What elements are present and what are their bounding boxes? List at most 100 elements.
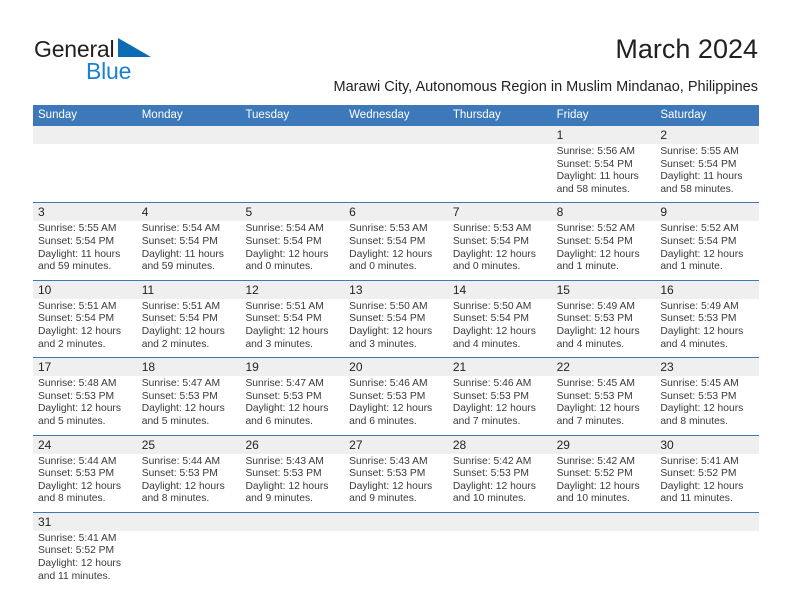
day-cell[interactable]: Sunrise: 5:50 AM Sunset: 5:54 PM Daylight:… <box>344 299 448 357</box>
day-cell[interactable]: Sunrise: 5:55 AM Sunset: 5:54 PM Daylight:… <box>33 221 137 279</box>
day-cell[interactable]: Sunrise: 5:41 AM Sunset: 5:52 PM Daylight:… <box>33 531 137 589</box>
day-cell[interactable]: Sunrise: 5:51 AM Sunset: 5:54 PM Daylight:… <box>137 299 241 357</box>
day-number[interactable]: 10 <box>33 281 137 299</box>
day-cell[interactable]: Sunrise: 5:46 AM Sunset: 5:53 PM Daylight:… <box>344 376 448 434</box>
day-cell[interactable]: Sunrise: 5:42 AM Sunset: 5:52 PM Daylight:… <box>552 454 656 512</box>
day-number[interactable]: 18 <box>137 358 241 376</box>
day-number[interactable]: 6 <box>344 203 448 221</box>
sunset-text: Sunset: 5:53 PM <box>660 313 737 325</box>
day-cell[interactable]: Sunrise: 5:56 AM Sunset: 5:54 PM Daylight:… <box>552 144 656 202</box>
day-cell[interactable]: Sunrise: 5:53 AM Sunset: 5:54 PM Daylight:… <box>448 221 552 279</box>
day-number[interactable]: 30 <box>655 436 759 454</box>
day-cell[interactable]: Sunrise: 5:41 AM Sunset: 5:52 PM Daylight:… <box>655 454 759 512</box>
day-number[interactable]: 21 <box>448 358 552 376</box>
daylight-text: Daylight: 12 hours <box>38 480 121 492</box>
day-number[interactable]: 15 <box>552 281 656 299</box>
week-day-number-strip: 24 25 26 27 28 29 30 <box>33 435 759 454</box>
day-number[interactable]: 11 <box>137 281 241 299</box>
daylight-text: Daylight: 12 hours <box>349 480 433 492</box>
day-number[interactable]: 9 <box>655 203 759 221</box>
day-cell[interactable]: Sunrise: 5:48 AM Sunset: 5:53 PM Daylight:… <box>33 376 137 434</box>
day-cell[interactable]: Sunrise: 5:45 AM Sunset: 5:53 PM Daylight:… <box>552 376 656 434</box>
empty-day-cell <box>240 144 344 202</box>
day-number[interactable]: 2 <box>655 126 759 144</box>
day-cell[interactable]: Sunrise: 5:52 AM Sunset: 5:54 PM Daylight:… <box>552 221 656 279</box>
day-cell[interactable]: Sunrise: 5:44 AM Sunset: 5:53 PM Daylight:… <box>137 454 241 512</box>
sunrise-text: Sunrise: 5:44 AM <box>141 455 221 467</box>
day-cell[interactable]: Sunrise: 5:42 AM Sunset: 5:53 PM Daylight:… <box>448 454 552 512</box>
day-number[interactable]: 31 <box>33 513 137 531</box>
day-number[interactable]: 22 <box>552 358 656 376</box>
day-number[interactable]: 19 <box>240 358 344 376</box>
day-cell[interactable]: Sunrise: 5:52 AM Sunset: 5:54 PM Daylight:… <box>655 221 759 279</box>
day-cell[interactable]: Sunrise: 5:45 AM Sunset: 5:53 PM Daylight:… <box>655 376 759 434</box>
week-day-number-strip: 31 <box>33 512 759 531</box>
daylight-text-cont: and 4 minutes. <box>556 338 625 350</box>
day-number[interactable]: 17 <box>33 358 137 376</box>
day-number[interactable]: 13 <box>344 281 448 299</box>
daylight-text-cont: and 5 minutes. <box>141 415 210 427</box>
daylight-text-cont: and 2 minutes. <box>141 338 210 350</box>
day-number[interactable]: 24 <box>33 436 137 454</box>
day-number[interactable]: 28 <box>448 436 552 454</box>
day-cell[interactable]: Sunrise: 5:51 AM Sunset: 5:54 PM Daylight:… <box>33 299 137 357</box>
day-number[interactable]: 16 <box>655 281 759 299</box>
sunset-text: Sunset: 5:54 PM <box>556 158 633 170</box>
day-number[interactable]: 25 <box>137 436 241 454</box>
day-number[interactable]: 27 <box>344 436 448 454</box>
day-number[interactable]: 3 <box>33 203 137 221</box>
sunrise-text: Sunrise: 5:46 AM <box>349 378 428 390</box>
day-number[interactable]: 1 <box>552 126 656 144</box>
daylight-text-cont: and 1 minute. <box>660 261 723 273</box>
daylight-text: Daylight: 12 hours <box>556 480 640 492</box>
sunset-text: Sunset: 5:54 PM <box>349 235 426 247</box>
daylight-text-cont: and 2 minutes. <box>38 338 106 350</box>
day-cell[interactable]: Sunrise: 5:43 AM Sunset: 5:53 PM Daylight:… <box>344 454 448 512</box>
day-number[interactable]: 20 <box>344 358 448 376</box>
empty-day-cell <box>448 144 552 202</box>
sunrise-text: Sunrise: 5:43 AM <box>245 455 324 467</box>
page-subtitle: Marawi City, Autonomous Region in Muslim… <box>333 79 758 95</box>
sunrise-text: Sunrise: 5:55 AM <box>660 146 739 157</box>
general-blue-logo[interactable]: General Blue <box>34 36 174 88</box>
day-number[interactable]: 7 <box>448 203 552 221</box>
day-number[interactable]: 14 <box>448 281 552 299</box>
day-number[interactable]: 5 <box>240 203 344 221</box>
day-cell[interactable]: Sunrise: 5:51 AM Sunset: 5:54 PM Daylight:… <box>240 299 344 357</box>
daylight-text: Daylight: 11 hours <box>141 248 224 260</box>
day-cell[interactable]: Sunrise: 5:54 AM Sunset: 5:54 PM Daylight:… <box>137 221 241 279</box>
day-cell[interactable]: Sunrise: 5:53 AM Sunset: 5:54 PM Daylight:… <box>344 221 448 279</box>
sunrise-text: Sunrise: 5:41 AM <box>660 455 739 467</box>
day-number[interactable]: 8 <box>552 203 656 221</box>
day-number[interactable]: 29 <box>552 436 656 454</box>
day-cell[interactable]: Sunrise: 5:49 AM Sunset: 5:53 PM Daylight:… <box>655 299 759 357</box>
daylight-text-cont: and 10 minutes. <box>452 493 527 505</box>
day-cell[interactable]: Sunrise: 5:54 AM Sunset: 5:54 PM Daylight:… <box>240 221 344 279</box>
day-cell[interactable]: Sunrise: 5:47 AM Sunset: 5:53 PM Daylight:… <box>240 376 344 434</box>
sunset-text: Sunset: 5:53 PM <box>349 390 426 402</box>
weekday-header-friday: Friday <box>556 109 589 121</box>
day-number[interactable]: 4 <box>137 203 241 221</box>
sunset-text: Sunset: 5:54 PM <box>245 313 322 325</box>
sunset-text: Sunset: 5:53 PM <box>349 468 426 480</box>
day-cell[interactable]: Sunrise: 5:50 AM Sunset: 5:54 PM Daylight:… <box>448 299 552 357</box>
day-number[interactable]: 12 <box>240 281 344 299</box>
empty-day-number <box>448 126 552 144</box>
calendar-week-row: 24 25 26 27 28 29 30 Sunrise: 5:44 AM Sunset: 5:… <box>33 434 759 512</box>
calendar-grid: Sunday Monday Tuesday Wednesday Thursday Frid… <box>33 105 759 590</box>
day-cell[interactable]: Sunrise: 5:43 AM Sunset: 5:53 PM Daylight:… <box>240 454 344 512</box>
daylight-text: Daylight: 12 hours <box>38 403 121 415</box>
day-number[interactable]: 26 <box>240 436 344 454</box>
day-cell[interactable]: Sunrise: 5:49 AM Sunset: 5:53 PM Daylight:… <box>552 299 656 357</box>
empty-day-cell <box>240 531 344 589</box>
day-cell[interactable]: Sunrise: 5:44 AM Sunset: 5:53 PM Daylight:… <box>33 454 137 512</box>
sunrise-text: Sunrise: 5:42 AM <box>452 455 532 467</box>
daylight-text-cont: and 58 minutes. <box>660 183 734 195</box>
day-cell[interactable]: Sunrise: 5:55 AM Sunset: 5:54 PM Daylight:… <box>655 144 759 202</box>
day-number[interactable]: 23 <box>655 358 759 376</box>
day-cell[interactable]: Sunrise: 5:46 AM Sunset: 5:53 PM Daylight:… <box>448 376 552 434</box>
empty-day-cell <box>552 531 656 589</box>
day-cell[interactable]: Sunrise: 5:47 AM Sunset: 5:53 PM Daylight:… <box>137 376 241 434</box>
daylight-text-cont: and 5 minutes. <box>38 415 106 427</box>
daylight-text: Daylight: 12 hours <box>38 325 121 337</box>
